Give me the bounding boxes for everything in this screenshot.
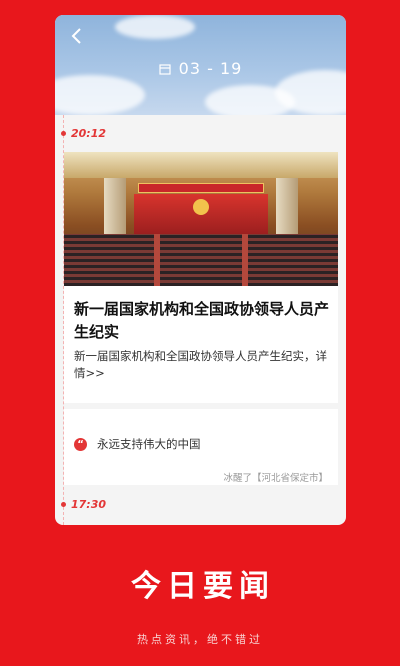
brand-char: 今 (131, 569, 161, 604)
calendar-icon (159, 63, 171, 75)
timeline-dot (61, 502, 66, 507)
news-card[interactable]: 新一届国家机构和全国政协领导人员产生纪实 新一届国家机构和全国政协领导人员产生纪… (64, 152, 338, 485)
featured-comment: “ 永远支持伟大的中国 (74, 436, 201, 452)
comment-text: 永远支持伟大的中国 (97, 437, 201, 451)
date-header: 03 - 19 (55, 15, 346, 115)
date-text: 03 - 19 (178, 59, 243, 78)
brand-char: 日 (167, 569, 197, 604)
article-image[interactable] (64, 152, 338, 286)
article-summary[interactable]: 新一届国家机构和全国政协领导人员产生纪实，详情>> (74, 348, 336, 382)
chevron-left-icon (71, 28, 81, 44)
date-display: 03 - 19 (55, 59, 346, 78)
timeline-entry: 17:30 (61, 498, 106, 511)
brand-char: 要 (203, 569, 233, 604)
brand-title: 今 日 要 闻 (0, 567, 400, 607)
back-button[interactable] (65, 25, 87, 47)
timeline-time: 20:12 (71, 127, 107, 140)
quote-icon: “ (74, 437, 87, 451)
brand-char: 闻 (239, 569, 269, 604)
timeline-time: 17:30 (71, 498, 107, 511)
article-title[interactable]: 新一届国家机构和全国政协领导人员产生纪实 (74, 298, 332, 344)
comment-author: 冰醒了【河北省保定市】 (223, 473, 328, 484)
divider (64, 403, 338, 409)
timeline-entry: 20:12 (61, 127, 106, 140)
brand-tagline: 热点资讯，绝不错过 (137, 633, 263, 646)
timeline-dot (61, 131, 66, 136)
app-screen: 03 - 19 20:12 新一届国家机构和全国政协领导人员产生纪实 新一届国家… (55, 15, 346, 525)
